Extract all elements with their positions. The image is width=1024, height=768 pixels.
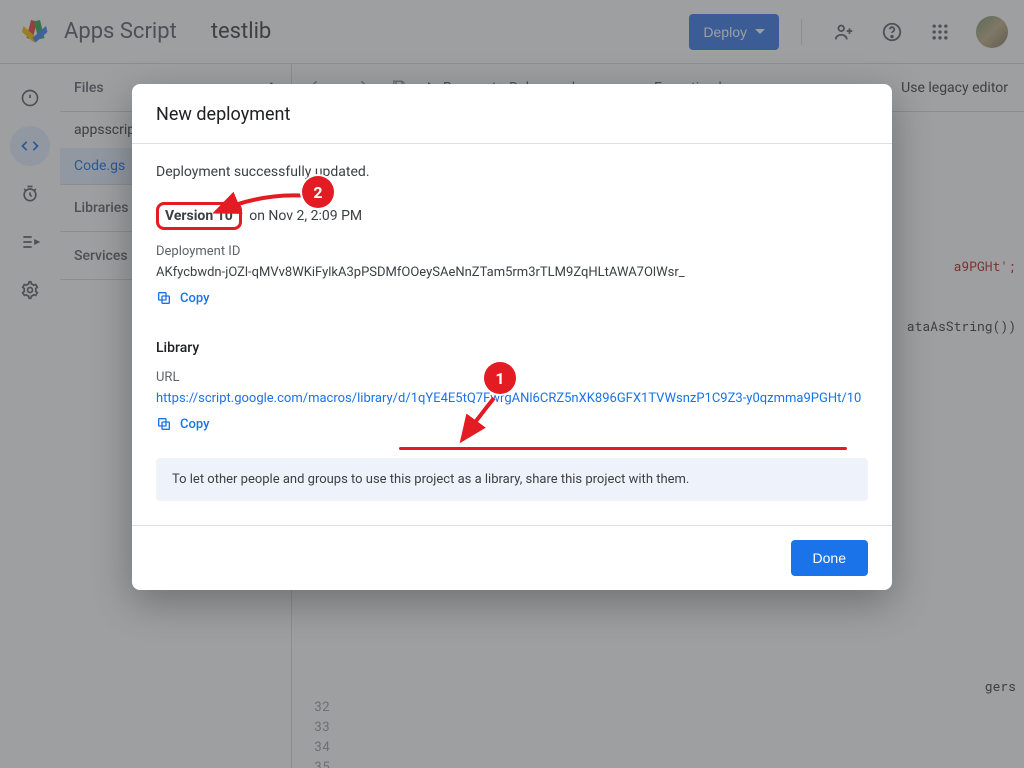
- modal-overlay: New deployment Deployment successfully u…: [0, 0, 1024, 768]
- copy-icon: [156, 290, 172, 306]
- copy-label: Copy: [180, 291, 209, 306]
- dialog-body: Deployment successfully updated. Version…: [132, 143, 892, 526]
- copy-label: Copy: [180, 417, 209, 432]
- copy-icon: [156, 416, 172, 432]
- version-box: Version 10: [156, 202, 242, 230]
- deployment-id-label: Deployment ID: [156, 244, 868, 259]
- library-section-title: Library: [156, 340, 868, 356]
- deployment-id: AKfycbwdn-jOZl-qMVv8WKiFylkA3pPSDMfOOeyS…: [156, 265, 868, 280]
- new-deployment-dialog: New deployment Deployment successfully u…: [132, 84, 892, 590]
- share-notice: To let other people and groups to use th…: [156, 458, 868, 501]
- library-url-link[interactable]: https://script.google.com/macros/library…: [156, 391, 868, 406]
- done-button[interactable]: Done: [791, 540, 868, 576]
- dialog-footer: Done: [132, 526, 892, 590]
- annotation-underline: [399, 447, 847, 450]
- success-text: Deployment successfully updated.: [156, 164, 868, 180]
- version-date: on Nov 2, 2:09 PM: [249, 208, 362, 224]
- copy-deployment-id[interactable]: Copy: [156, 290, 209, 306]
- copy-url[interactable]: Copy: [156, 416, 209, 432]
- url-label: URL: [156, 370, 868, 385]
- version-line: Version 10 on Nov 2, 2:09 PM: [156, 202, 868, 230]
- dialog-title: New deployment: [132, 84, 892, 143]
